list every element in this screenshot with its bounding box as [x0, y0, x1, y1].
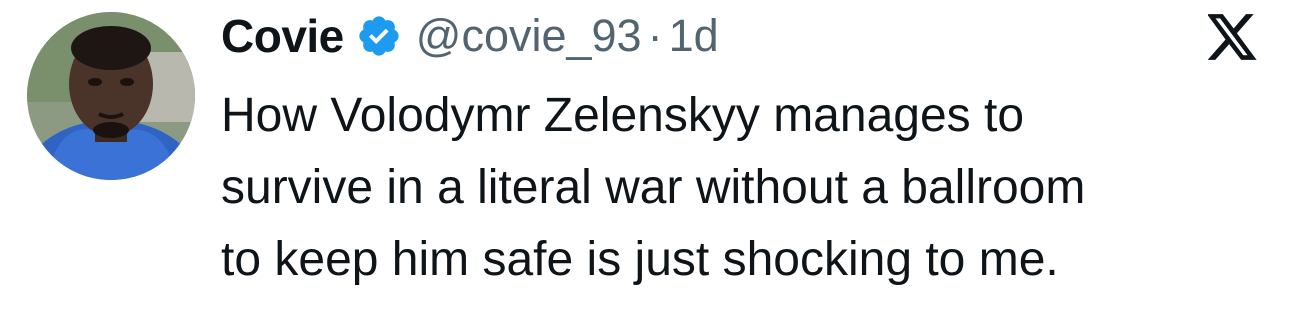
avatar-photo: [27, 12, 195, 180]
tweet-line: How Volodymr Zelenskyy manages to: [221, 89, 1025, 142]
tweet-line: survive in a literal war without a ballr…: [221, 161, 1086, 214]
tweet-card: Covie @covie_93 · 1d How Volodymr Zelens…: [0, 0, 1290, 319]
tweet-text: How Volodymr Zelenskyy manages to surviv…: [221, 80, 1281, 296]
timestamp[interactable]: 1d: [669, 10, 719, 62]
display-name[interactable]: Covie: [221, 9, 344, 63]
user-handle[interactable]: @covie_93: [416, 10, 642, 62]
separator-dot: ·: [647, 10, 663, 61]
tweet-header: Covie @covie_93 · 1d: [221, 4, 719, 68]
x-logo-icon: [1206, 14, 1258, 60]
avatar[interactable]: [27, 12, 195, 180]
tweet-line: to keep him safe is just shocking to me.: [221, 233, 1059, 286]
verified-badge-icon: [356, 13, 402, 59]
